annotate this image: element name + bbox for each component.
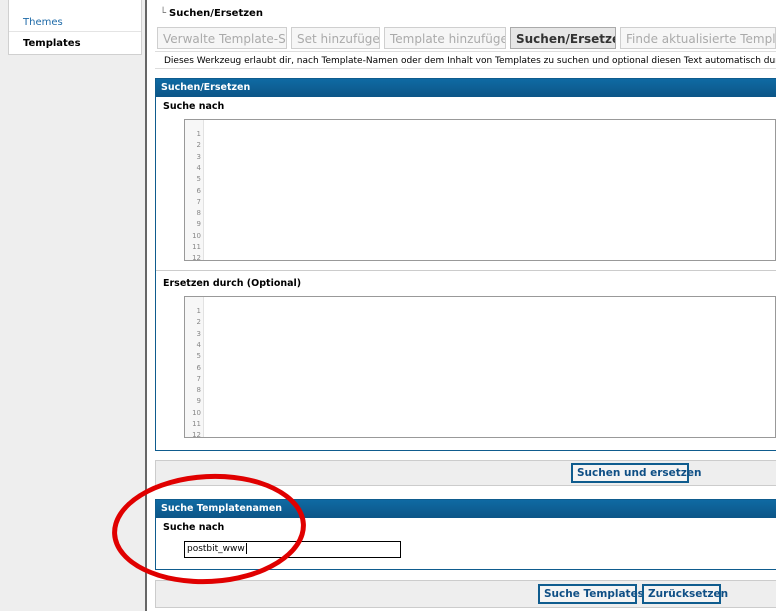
line-number: 2 bbox=[196, 141, 201, 150]
search-templates-button[interactable]: Suche Templates bbox=[538, 584, 644, 604]
line-number: 6 bbox=[196, 363, 201, 372]
bottom-button-bar: Suche Templates Zurücksetzen bbox=[155, 580, 776, 608]
line-number: 7 bbox=[196, 197, 201, 206]
line-number: 7 bbox=[196, 374, 201, 383]
page-description: Dieses Werkzeug erlaubt dir, nach Templa… bbox=[155, 51, 776, 69]
tab-find-updated-templates[interactable]: Finde aktualisierte Templates bbox=[620, 27, 776, 49]
line-number: 12 bbox=[192, 431, 201, 438]
tab-search-replace[interactable]: Suchen/Ersetzen bbox=[510, 27, 616, 49]
sidebar-item-themes[interactable]: Themes bbox=[9, 13, 141, 32]
replace-code-editor[interactable]: 1 2 3 4 5 6 7 8 9 10 11 12 bbox=[184, 296, 776, 438]
line-number: 9 bbox=[196, 220, 201, 229]
tab-add-template[interactable]: Template hinzufügen bbox=[384, 27, 506, 49]
line-number: 10 bbox=[192, 408, 201, 417]
line-number: 6 bbox=[196, 186, 201, 195]
search-and-replace-button[interactable]: Suchen und ersetzen bbox=[571, 463, 702, 483]
line-number: 8 bbox=[196, 209, 201, 218]
line-number: 3 bbox=[196, 152, 201, 161]
reset-button[interactable]: Zurücksetzen bbox=[642, 584, 728, 604]
sidebar-menu: Themes Templates bbox=[8, 0, 142, 55]
breadcrumb-current: Suchen/Ersetzen bbox=[169, 8, 263, 19]
line-number: 1 bbox=[196, 307, 201, 315]
tab-manage-template-set[interactable]: Verwalte Template-Set bbox=[157, 27, 287, 49]
search-replace-panel-title: Suchen/Ersetzen bbox=[156, 79, 776, 97]
breadcrumb-arrow-icon: └ bbox=[160, 8, 167, 19]
replace-editor-gutter: 1 2 3 4 5 6 7 8 9 10 11 12 bbox=[185, 297, 204, 437]
line-number: 11 bbox=[192, 420, 201, 428]
line-number: 2 bbox=[196, 318, 201, 327]
search-editor-gutter: 1 2 3 4 5 6 7 8 9 10 11 12 bbox=[185, 120, 204, 260]
line-number: 3 bbox=[196, 329, 201, 338]
line-number: 5 bbox=[196, 352, 201, 361]
line-number: 1 bbox=[196, 130, 201, 138]
line-number: 12 bbox=[192, 254, 201, 261]
line-number: 9 bbox=[196, 397, 201, 406]
section-divider bbox=[156, 270, 776, 271]
line-number: 4 bbox=[196, 163, 201, 172]
line-number: 5 bbox=[196, 175, 201, 184]
search-for-label: Suche nach bbox=[163, 101, 225, 112]
line-number: 8 bbox=[196, 386, 201, 395]
search-replace-panel: Suchen/Ersetzen Suche nach 1 2 3 4 5 6 7 8 9 10 11… bbox=[155, 78, 776, 451]
tab-add-set[interactable]: Set hinzufügen bbox=[291, 27, 380, 49]
line-number: 10 bbox=[192, 231, 201, 240]
replace-with-label: Ersetzen durch (Optional) bbox=[163, 278, 302, 289]
sidebar-item-templates[interactable]: Templates bbox=[9, 34, 141, 53]
breadcrumb: └ Suchen/Ersetzen bbox=[160, 8, 263, 19]
search-code-editor[interactable]: 1 2 3 4 5 6 7 8 9 10 11 12 bbox=[184, 119, 776, 261]
line-number: 4 bbox=[196, 340, 201, 349]
line-number: 11 bbox=[192, 243, 201, 251]
